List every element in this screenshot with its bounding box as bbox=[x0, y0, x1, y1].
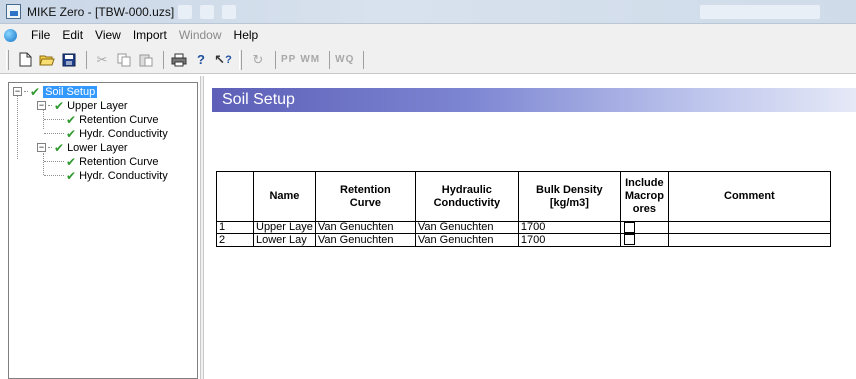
toolbar-grip[interactable] bbox=[6, 49, 9, 70]
check-icon: ✔ bbox=[54, 98, 65, 113]
open-icon[interactable] bbox=[37, 50, 57, 70]
collapse-icon[interactable]: − bbox=[37, 101, 46, 110]
tree-line bbox=[17, 95, 18, 159]
collapse-icon[interactable]: − bbox=[13, 87, 22, 96]
column-header-retention[interactable]: Retention Curve bbox=[314, 171, 416, 222]
check-icon: ✔ bbox=[54, 140, 65, 155]
toolbar-grip[interactable] bbox=[239, 49, 242, 70]
column-header-index bbox=[216, 171, 254, 222]
cell-density[interactable]: 1700 bbox=[517, 233, 621, 247]
titlebar-blur bbox=[178, 5, 192, 19]
cell-comment[interactable] bbox=[667, 233, 831, 247]
titlebar-blur bbox=[700, 5, 820, 19]
titlebar-blur bbox=[200, 5, 214, 19]
check-icon: ✔ bbox=[66, 126, 77, 141]
tree-label: Soil Setup bbox=[43, 85, 98, 98]
check-icon: ✔ bbox=[30, 84, 41, 99]
tree-node-lower-conductivity[interactable]: ✔ Hydr. Conductivity bbox=[44, 168, 168, 183]
table-row: 2 Lower Lay Van Genuchten Van Genuchten … bbox=[216, 233, 831, 247]
cell-comment[interactable] bbox=[667, 220, 831, 235]
tree-label: Hydr. Conductivity bbox=[79, 169, 168, 182]
window-title: MIKE Zero - [TBW-000.uzs] bbox=[27, 4, 175, 19]
macropores-checkbox[interactable] bbox=[623, 222, 635, 233]
refresh-icon[interactable]: ↻ bbox=[248, 50, 268, 70]
pp-button[interactable]: PP bbox=[281, 54, 296, 65]
toolbar-separator bbox=[329, 50, 331, 69]
cell-retention[interactable]: Van Genuchten bbox=[314, 220, 416, 235]
check-icon: ✔ bbox=[66, 154, 77, 169]
toolbar-separator bbox=[363, 50, 365, 69]
row-index[interactable]: 2 bbox=[216, 233, 254, 247]
cell-macropores[interactable] bbox=[619, 220, 669, 235]
tree-node-upper-retention[interactable]: ✔ Retention Curve bbox=[44, 112, 159, 127]
tree-label: Upper Layer bbox=[67, 99, 128, 112]
copy-icon[interactable] bbox=[114, 50, 134, 70]
setup-tree[interactable]: − ✔ Soil Setup − ✔ Upper Layer ✔ Retenti… bbox=[8, 82, 198, 379]
row-index[interactable]: 1 bbox=[216, 220, 254, 235]
cell-macropores[interactable] bbox=[619, 233, 669, 247]
paste-icon[interactable] bbox=[136, 50, 156, 70]
tree-node-upper-layer[interactable]: − ✔ Upper Layer bbox=[37, 98, 128, 113]
menu-import[interactable]: Import bbox=[127, 28, 173, 42]
tree-label: Retention Curve bbox=[79, 113, 159, 126]
column-header-density[interactable]: Bulk Density [kg/m3] bbox=[517, 171, 621, 222]
check-icon: ✔ bbox=[66, 168, 77, 183]
column-header-conductivity[interactable]: Hydraulic Conductivity bbox=[414, 171, 519, 222]
menu-bar: File Edit View Import Window Help bbox=[0, 24, 856, 46]
tree-node-upper-conductivity[interactable]: ✔ Hydr. Conductivity bbox=[44, 126, 168, 141]
wq-button[interactable]: WQ bbox=[335, 54, 354, 65]
menu-view[interactable]: View bbox=[89, 28, 127, 42]
menu-window[interactable]: Window bbox=[173, 28, 228, 42]
cell-conductivity[interactable]: Van Genuchten bbox=[414, 220, 519, 235]
check-icon: ✔ bbox=[66, 112, 77, 127]
cell-name[interactable]: Upper Laye bbox=[253, 220, 316, 235]
table-row: 1 Upper Laye Van Genuchten Van Genuchten… bbox=[216, 220, 831, 235]
tree-connector bbox=[44, 175, 64, 176]
context-help-icon[interactable]: ↖? bbox=[213, 50, 233, 70]
tree-label: Retention Curve bbox=[79, 155, 159, 168]
column-header-name[interactable]: Name bbox=[253, 171, 316, 222]
panel-title: Soil Setup bbox=[212, 88, 856, 112]
menu-help[interactable]: Help bbox=[228, 28, 265, 42]
cut-icon[interactable]: ✂ bbox=[92, 50, 112, 70]
cell-conductivity[interactable]: Van Genuchten bbox=[414, 233, 519, 247]
cell-density[interactable]: 1700 bbox=[517, 220, 621, 235]
tree-connector bbox=[44, 161, 64, 162]
pane-splitter[interactable] bbox=[200, 76, 204, 379]
new-icon[interactable] bbox=[15, 50, 35, 70]
titlebar-blur bbox=[222, 5, 236, 19]
tree-connector bbox=[44, 119, 64, 120]
macropores-checkbox[interactable] bbox=[623, 234, 635, 246]
tree-label: Hydr. Conductivity bbox=[79, 127, 168, 140]
title-bar: MIKE Zero - [TBW-000.uzs] bbox=[0, 0, 856, 24]
tree-node-soil-setup[interactable]: − ✔ Soil Setup bbox=[13, 84, 98, 99]
collapse-icon[interactable]: − bbox=[37, 143, 46, 152]
tree-connector bbox=[48, 105, 52, 106]
tree-connector bbox=[44, 133, 64, 134]
menu-edit[interactable]: Edit bbox=[56, 28, 89, 42]
mike-logo-icon[interactable] bbox=[4, 28, 17, 42]
cell-retention[interactable]: Van Genuchten bbox=[314, 233, 416, 247]
app-icon bbox=[6, 4, 21, 19]
help-icon[interactable]: ? bbox=[191, 50, 211, 70]
column-header-macropores[interactable]: Include Macrop ores bbox=[619, 171, 669, 222]
toolbar-separator bbox=[275, 50, 276, 69]
tree-node-lower-layer[interactable]: − ✔ Lower Layer bbox=[37, 140, 128, 155]
toolbar: ✂ ? ↖? ↻ PP WM WQ bbox=[0, 46, 856, 74]
save-icon[interactable] bbox=[59, 50, 79, 70]
menu-file[interactable]: File bbox=[25, 28, 56, 42]
cell-name[interactable]: Lower Lay bbox=[253, 233, 316, 247]
tree-connector bbox=[24, 91, 28, 92]
soil-layer-table: Name Retention Curve Hydraulic Conductiv… bbox=[216, 171, 831, 247]
toolbar-separator bbox=[163, 50, 164, 69]
tree-node-lower-retention[interactable]: ✔ Retention Curve bbox=[44, 154, 159, 169]
tree-connector bbox=[48, 147, 52, 148]
tree-label: Lower Layer bbox=[67, 141, 128, 154]
toolbar-separator bbox=[86, 50, 87, 69]
wm-button[interactable]: WM bbox=[300, 54, 320, 65]
editor-pane: Soil Setup Name Retention Curve Hydrauli… bbox=[206, 76, 856, 379]
print-icon[interactable] bbox=[169, 50, 189, 70]
column-header-comment[interactable]: Comment bbox=[667, 171, 831, 222]
